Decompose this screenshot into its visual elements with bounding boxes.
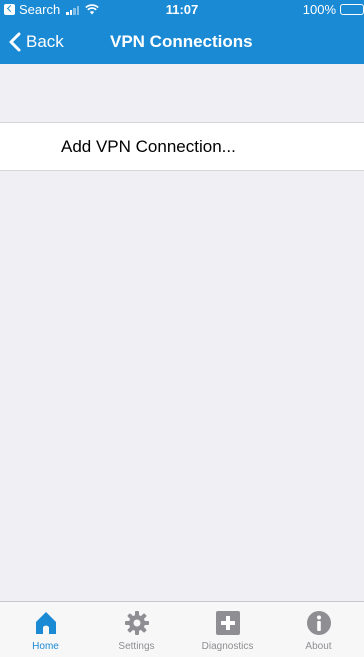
plus-box-icon (215, 611, 240, 635)
tab-settings[interactable]: Settings (91, 602, 182, 657)
add-vpn-connection-row[interactable]: Add VPN Connection... (0, 122, 364, 171)
gear-icon (124, 611, 149, 635)
back-label: Back (26, 32, 64, 51)
tab-settings-label: Settings (118, 641, 155, 652)
info-icon (306, 611, 331, 635)
page-title: VPN Connections (110, 32, 253, 51)
tab-home[interactable]: Home (0, 602, 91, 657)
tab-about-label: About (305, 641, 332, 652)
tab-diagnostics[interactable]: Diagnostics (182, 602, 273, 657)
back-button[interactable]: Back (8, 20, 64, 64)
status-bar: Search 11:07 100% (0, 0, 364, 20)
battery-icon (340, 4, 364, 15)
add-vpn-connection-label: Add VPN Connection... (61, 136, 236, 156)
tab-bar: Home Settings Diagnostics About (0, 601, 364, 657)
tab-diagnostics-label: Diagnostics (201, 641, 254, 652)
tab-about[interactable]: About (273, 602, 364, 657)
navigation-bar: Back VPN Connections (0, 20, 364, 64)
home-icon (35, 612, 56, 634)
tab-home-label: Home (32, 641, 59, 652)
status-right: 100% (303, 2, 364, 17)
chevron-left-icon (9, 32, 21, 52)
battery-percent: 100% (302, 2, 336, 17)
